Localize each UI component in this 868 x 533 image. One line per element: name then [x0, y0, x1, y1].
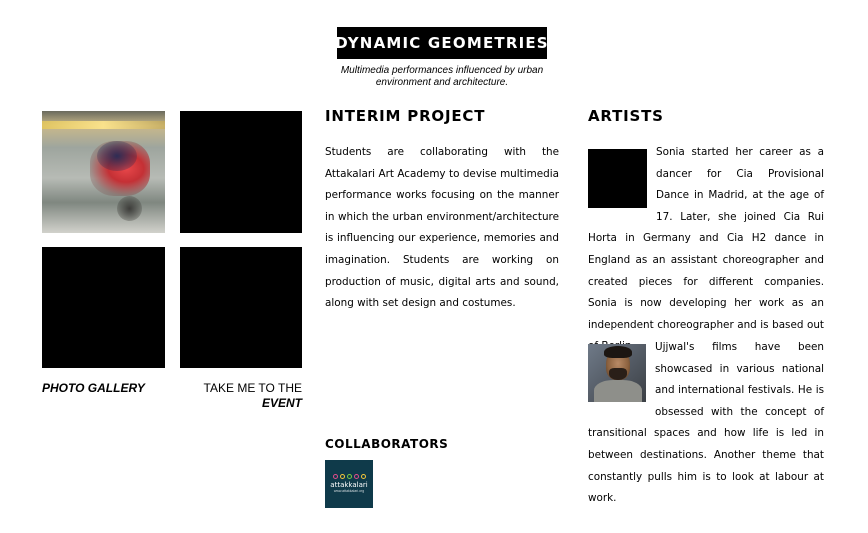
gallery-tile-3[interactable] [42, 247, 165, 368]
interim-project-description: Students are collaborating with the Atta… [325, 146, 559, 310]
logo-dot [332, 474, 338, 479]
logo-url: www.attakkalari.org [333, 489, 365, 493]
artist-ujjwal: Ujjwal's films have been showcased in va… [588, 337, 824, 510]
subtitle-line-2: environment and architecture. [375, 77, 509, 88]
take-me-to-event-link[interactable]: TAKE ME TO THE EVENT [180, 381, 302, 411]
logo-text: attakkalari [330, 481, 368, 489]
page-subtitle: Multimedia performances influenced by ur… [322, 65, 562, 89]
portrait-shirt [594, 380, 642, 402]
logo-dot [353, 474, 359, 479]
subtitle-line-1: Multimedia performances influenced by ur… [340, 65, 544, 76]
artists-heading: ARTISTS [588, 107, 664, 125]
photo-gallery-link[interactable]: PHOTO GALLERY [42, 381, 145, 396]
logo-dots [332, 474, 366, 479]
event-link-line-2: EVENT [261, 396, 302, 410]
logo-dot [339, 474, 345, 479]
artist-photo-ujjwal [588, 344, 646, 402]
photo-light-streak [42, 121, 165, 129]
portrait-hair [604, 346, 632, 358]
interim-project-heading: INTERIM PROJECT [325, 107, 486, 125]
logo-dot [346, 474, 352, 479]
artist-sonia: Sonia started her career as a dancer for… [588, 142, 824, 358]
gallery-tile-2[interactable] [180, 111, 302, 233]
gallery-tile-4[interactable] [180, 247, 302, 368]
photo-dancer-head [97, 141, 137, 171]
photo-dancer-leg [117, 196, 142, 221]
logo-dot [360, 474, 366, 479]
collaborators-heading: COLLABORATORS [325, 437, 449, 451]
event-link-line-1: TAKE ME TO THE [203, 381, 302, 395]
gallery-photo-dancer[interactable] [42, 111, 165, 233]
artist-photo-sonia [588, 149, 647, 208]
page-title: DYNAMIC GEOMETRIES [335, 27, 548, 59]
portrait-beard [609, 368, 627, 380]
attakkalari-logo[interactable]: attakkalari www.attakkalari.org [325, 460, 373, 508]
